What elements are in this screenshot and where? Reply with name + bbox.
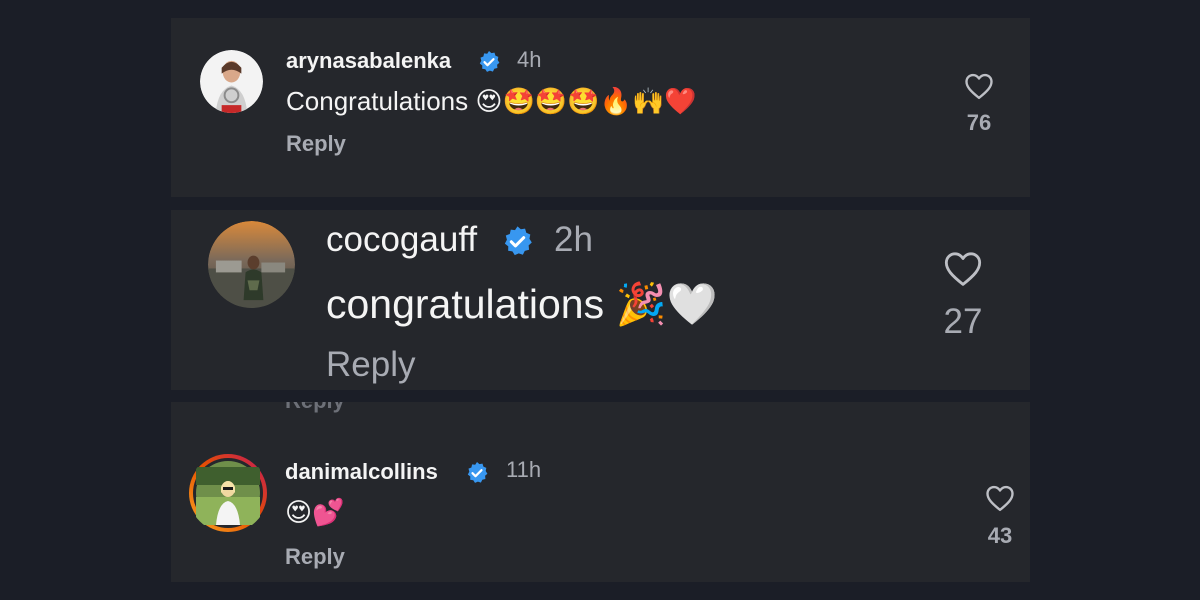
comment-text: 😍💕 [285,497,344,528]
avatar[interactable] [208,221,295,308]
avatar[interactable] [188,453,268,533]
username[interactable]: arynasabalenka [286,48,451,74]
verified-badge-icon [477,50,501,74]
username[interactable]: danimalcollins [285,459,438,485]
comment-text-content: Congratulations [286,86,469,116]
comment-text-content: congratulations [326,281,605,327]
heart-outline-icon[interactable] [985,484,1015,512]
comment-emojis: 🎉🤍 [615,280,718,328]
comment-card: cocogauff 2h congratulations 🎉🤍 Reply 27 [171,210,1030,390]
verified-badge-icon [501,225,534,258]
like-count: 27 [943,302,983,341]
username[interactable]: cocogauff [326,220,477,260]
comment-card: Reply danimalcollins 1 [171,402,1030,582]
reply-button[interactable]: Reply [286,131,346,157]
reply-button[interactable]: Reply [326,345,415,385]
verified-badge-icon [465,461,489,485]
like-count: 43 [987,523,1013,548]
reply-button[interactable]: Reply [285,544,345,570]
avatar[interactable] [200,50,263,113]
heart-outline-icon[interactable] [964,72,994,100]
partial-reply-button[interactable]: Reply [285,402,345,414]
comment-emojis: 😍💕 [285,498,345,528]
like-count: 76 [966,110,992,135]
comment-text: congratulations 🎉🤍 [326,280,718,329]
comment-card: arynasabalenka 4h Congratulations 😍🤩🤩🤩🔥🙌… [171,18,1030,197]
timestamp: 2h [554,220,593,259]
timestamp: 4h [517,47,542,72]
comment-text: Congratulations 😍🤩🤩🤩🔥🙌❤️ [286,86,697,117]
heart-outline-icon[interactable] [943,250,983,287]
timestamp: 11h [506,457,542,482]
comment-emojis: 😍🤩🤩🤩🔥🙌❤️ [475,87,697,117]
